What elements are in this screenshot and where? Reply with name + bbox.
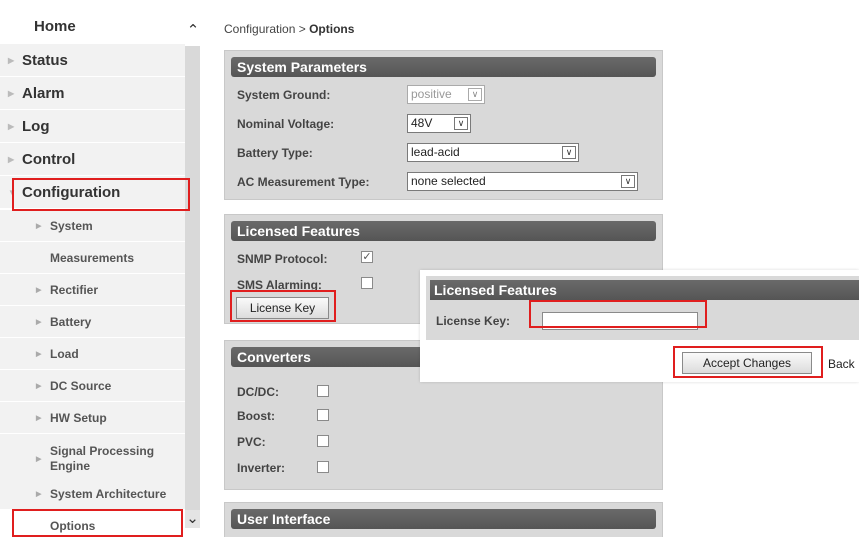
chevron-down-icon: ∨ <box>621 175 635 188</box>
sidebar-item-label: Home <box>34 18 76 35</box>
chevron-down-icon[interactable]: ⌄ <box>185 510 200 528</box>
sidebar-item-label: DC Source <box>50 378 112 393</box>
license-key-label: License Key: <box>436 314 511 328</box>
sidebar-item-signal-processing-engine[interactable]: ▶ Signal Processing Engine <box>0 434 185 484</box>
triangle-right-icon: ▶ <box>36 490 42 498</box>
sidebar-item-rectifier[interactable]: ▶ Rectifier <box>0 274 185 306</box>
pvc-checkbox[interactable] <box>317 435 329 447</box>
breadcrumb: Configuration > Options <box>224 22 354 36</box>
sidebar-item-label: Options <box>50 518 96 533</box>
chevron-down-icon: ∨ <box>468 88 482 101</box>
license-key-button[interactable]: License Key <box>236 297 329 319</box>
sidebar-item-configuration[interactable]: ▼ Configuration <box>0 176 185 209</box>
boost-label: Boost: <box>237 409 275 423</box>
nominal-voltage-select[interactable]: 48V ∨ <box>407 114 471 133</box>
triangle-right-icon: ▶ <box>36 318 42 326</box>
triangle-right-icon: ▶ <box>8 55 15 65</box>
sidebar-item-label: System Architecture <box>50 486 167 501</box>
sidebar-item-label: System <box>50 218 93 233</box>
user-interface-panel: User Interface <box>224 502 663 537</box>
triangle-right-icon: ▶ <box>36 222 42 230</box>
popup-panel: Licensed Features License Key: <box>426 276 859 340</box>
triangle-right-icon: ▶ <box>8 154 15 164</box>
panel-title: Licensed Features <box>231 221 656 241</box>
panel-title: System Parameters <box>231 57 656 77</box>
sidebar-item-label: Rectifier <box>50 282 99 297</box>
boost-checkbox[interactable] <box>317 409 329 421</box>
chevron-down-icon: ∨ <box>454 117 468 130</box>
snmp-protocol-checkbox[interactable]: ✓ <box>361 251 373 263</box>
sidebar-item-label: Battery <box>50 314 92 329</box>
panel-title: User Interface <box>231 509 656 529</box>
sidebar-item-label: Signal Processing Engine <box>50 443 155 473</box>
triangle-right-icon: ▶ <box>8 88 15 98</box>
nominal-voltage-label: Nominal Voltage: <box>237 117 335 131</box>
sidebar-item-load[interactable]: ▶ Load <box>0 338 185 370</box>
pvc-label: PVC: <box>237 435 266 449</box>
triangle-right-icon: ▶ <box>36 455 42 463</box>
sidebar-item-label: Measurements <box>50 250 135 265</box>
ac-measurement-select[interactable]: none selected ∨ <box>407 172 638 191</box>
battery-type-label: Battery Type: <box>237 146 313 160</box>
sidebar-item-home[interactable]: Home <box>0 12 185 42</box>
triangle-right-icon: ▶ <box>36 382 42 390</box>
system-ground-select[interactable]: positive ∨ <box>407 85 485 104</box>
system-parameters-panel: System Parameters System Ground: positiv… <box>224 50 663 200</box>
select-value: 48V <box>411 116 433 130</box>
sidebar-item-label: Status <box>22 51 68 69</box>
license-key-input[interactable] <box>542 312 698 330</box>
sidebar-item-label: Alarm <box>22 84 65 102</box>
popup-title: Licensed Features <box>430 280 859 300</box>
accept-changes-button[interactable]: Accept Changes <box>682 352 812 374</box>
sidebar-item-label: Log <box>22 117 50 135</box>
sidebar-item-system[interactable]: ▶ System <box>0 210 185 242</box>
dcdc-checkbox[interactable] <box>317 385 329 397</box>
chevron-up-icon[interactable]: ⌃ <box>186 23 200 38</box>
dcdc-label: DC/DC: <box>237 385 279 399</box>
sidebar-item-measurements[interactable]: Measurements <box>0 242 185 274</box>
triangle-right-icon: ▶ <box>36 414 42 422</box>
inverter-checkbox[interactable] <box>317 461 329 473</box>
ac-measurement-label: AC Measurement Type: <box>237 175 370 189</box>
triangle-right-icon: ▶ <box>36 350 42 358</box>
sidebar-item-status[interactable]: ▶ Status <box>0 44 185 77</box>
snmp-protocol-label: SNMP Protocol: <box>237 252 328 266</box>
select-value: lead-acid <box>411 145 460 159</box>
chevron-down-icon: ∨ <box>562 146 576 159</box>
breadcrumb-current: Options <box>309 22 355 36</box>
triangle-right-icon: ▶ <box>8 121 15 131</box>
breadcrumb-separator: > <box>298 22 306 36</box>
sidebar-item-alarm[interactable]: ▶ Alarm <box>0 77 185 110</box>
sidebar-item-log[interactable]: ▶ Log <box>0 110 185 143</box>
sms-alarming-label: SMS Alarming: <box>237 278 322 292</box>
license-key-dialog: Licensed Features License Key: Accept Ch… <box>420 270 859 382</box>
triangle-right-icon: ▶ <box>36 286 42 294</box>
sidebar-item-label: Control <box>22 150 76 168</box>
sidebar-item-options[interactable]: Options <box>0 510 185 537</box>
sidebar-item-control[interactable]: ▶ Control <box>0 143 185 176</box>
scrollbar[interactable] <box>185 46 200 510</box>
sidebar-item-hw-setup[interactable]: ▶ HW Setup <box>0 402 185 434</box>
battery-type-select[interactable]: lead-acid ∨ <box>407 143 579 162</box>
sidebar-item-label: Configuration <box>22 183 121 201</box>
sidebar-item-system-architecture[interactable]: ▶ System Architecture <box>0 478 185 510</box>
triangle-down-icon: ▼ <box>8 187 16 197</box>
breadcrumb-parent[interactable]: Configuration <box>224 22 295 36</box>
system-ground-label: System Ground: <box>237 88 331 102</box>
select-value: positive <box>411 87 452 101</box>
sidebar-item-dc-source[interactable]: ▶ DC Source <box>0 370 185 402</box>
sidebar-item-label: HW Setup <box>50 410 107 425</box>
sidebar-item-battery[interactable]: ▶ Battery <box>0 306 185 338</box>
sidebar: Home ⌃ ⌄ ▶ Status ▶ Alarm ▶ Log ▶ Contro… <box>0 0 214 537</box>
select-value: none selected <box>411 174 486 188</box>
inverter-label: Inverter: <box>237 461 286 475</box>
sidebar-item-label: Load <box>50 346 79 361</box>
checkmark-icon: ✓ <box>362 251 372 263</box>
back-link[interactable]: Back <box>828 357 855 371</box>
sms-alarming-checkbox[interactable] <box>361 277 373 289</box>
